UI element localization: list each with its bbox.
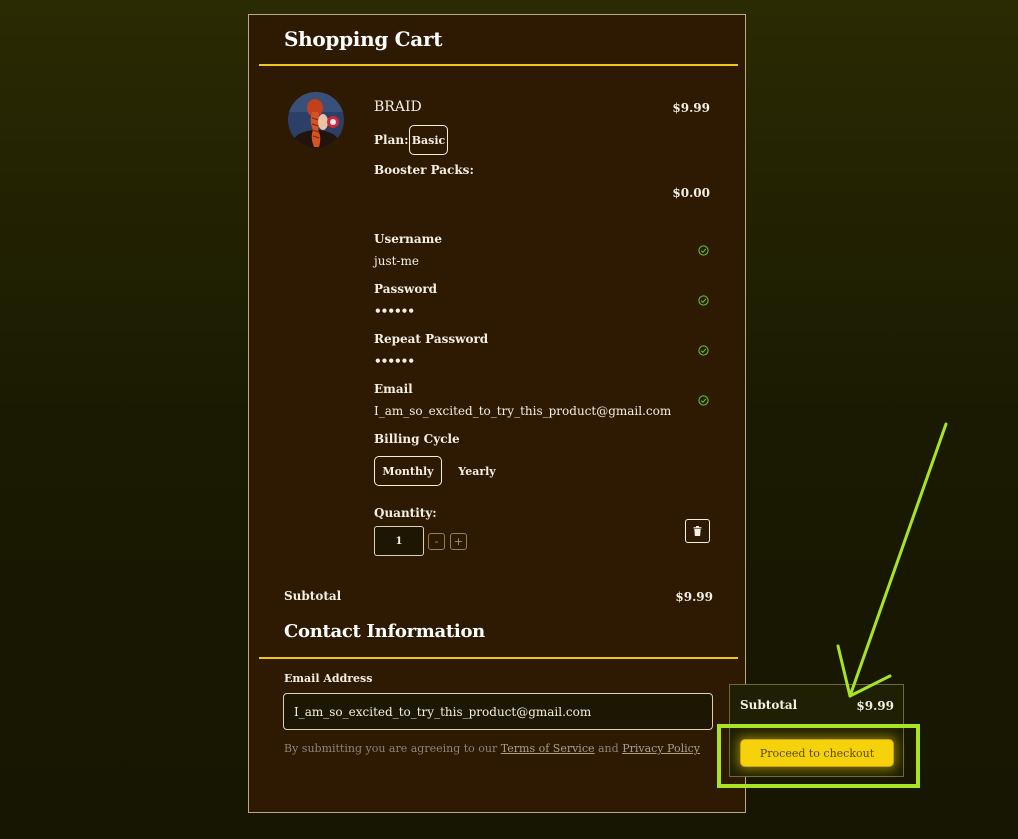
terms-notice: By submitting you are agreeing to our Te… bbox=[284, 742, 700, 755]
check-circle-icon bbox=[698, 295, 709, 306]
check-circle-icon bbox=[698, 345, 709, 356]
summary-subtotal-label: Subtotal bbox=[740, 698, 798, 712]
repeat-password-value: •••••• bbox=[374, 354, 415, 368]
password-value: •••••• bbox=[374, 304, 415, 318]
arrow-icon bbox=[836, 422, 948, 698]
billing-cycle-label: Billing Cycle bbox=[374, 432, 460, 446]
billing-option-monthly[interactable]: Monthly bbox=[374, 456, 442, 486]
email-value: I_am_so_excited_to_try_this_product@gmai… bbox=[374, 404, 672, 418]
password-label: Password bbox=[374, 282, 438, 296]
cart-subtotal-value: $9.99 bbox=[675, 590, 713, 604]
cart-title: Shopping Cart bbox=[284, 27, 443, 51]
delete-item-button[interactable] bbox=[685, 519, 710, 543]
cart-title-divider bbox=[259, 64, 738, 66]
proceed-to-checkout-button[interactable]: Proceed to checkout bbox=[740, 739, 894, 767]
privacy-policy-link[interactable]: Privacy Policy bbox=[622, 742, 700, 755]
username-label: Username bbox=[374, 232, 443, 246]
plan-badge[interactable]: Basic bbox=[409, 125, 448, 155]
trash-icon bbox=[693, 526, 702, 536]
contact-title-divider bbox=[259, 657, 738, 659]
email-label: Email bbox=[374, 382, 413, 396]
booster-packs-label: Booster Packs: bbox=[374, 163, 474, 177]
product-avatar-image bbox=[288, 92, 344, 148]
booster-packs-price: $0.00 bbox=[672, 186, 710, 200]
check-circle-icon bbox=[698, 245, 709, 256]
quantity-label: Quantity: bbox=[374, 506, 437, 520]
summary-subtotal-value: $9.99 bbox=[856, 699, 894, 713]
terms-of-service-link[interactable]: Terms of Service bbox=[501, 742, 595, 755]
quantity-decrement-button[interactable]: - bbox=[428, 533, 445, 550]
terms-prefix: By submitting you are agreeing to our bbox=[284, 742, 498, 755]
check-circle-icon bbox=[698, 395, 709, 406]
username-value: just-me bbox=[374, 254, 419, 268]
email-address-input[interactable] bbox=[283, 693, 713, 730]
product-name: BRAID bbox=[374, 99, 422, 115]
cart-panel: Shopping Cart BRAID $9.99 Plan: Basic Bo… bbox=[248, 14, 746, 813]
cart-subtotal-label: Subtotal bbox=[284, 589, 342, 603]
order-summary: Subtotal $9.99 Proceed to checkout bbox=[729, 684, 904, 777]
repeat-password-label: Repeat Password bbox=[374, 332, 489, 346]
product-price: $9.99 bbox=[672, 101, 710, 115]
product-avatar bbox=[288, 92, 344, 148]
quantity-input[interactable]: 1 bbox=[374, 526, 424, 556]
billing-option-yearly[interactable]: Yearly bbox=[448, 456, 506, 486]
plan-label: Plan: bbox=[374, 133, 409, 147]
terms-and: and bbox=[598, 742, 619, 755]
contact-title: Contact Information bbox=[284, 621, 485, 642]
email-address-label: Email Address bbox=[284, 672, 373, 685]
quantity-increment-button[interactable]: + bbox=[450, 533, 467, 550]
